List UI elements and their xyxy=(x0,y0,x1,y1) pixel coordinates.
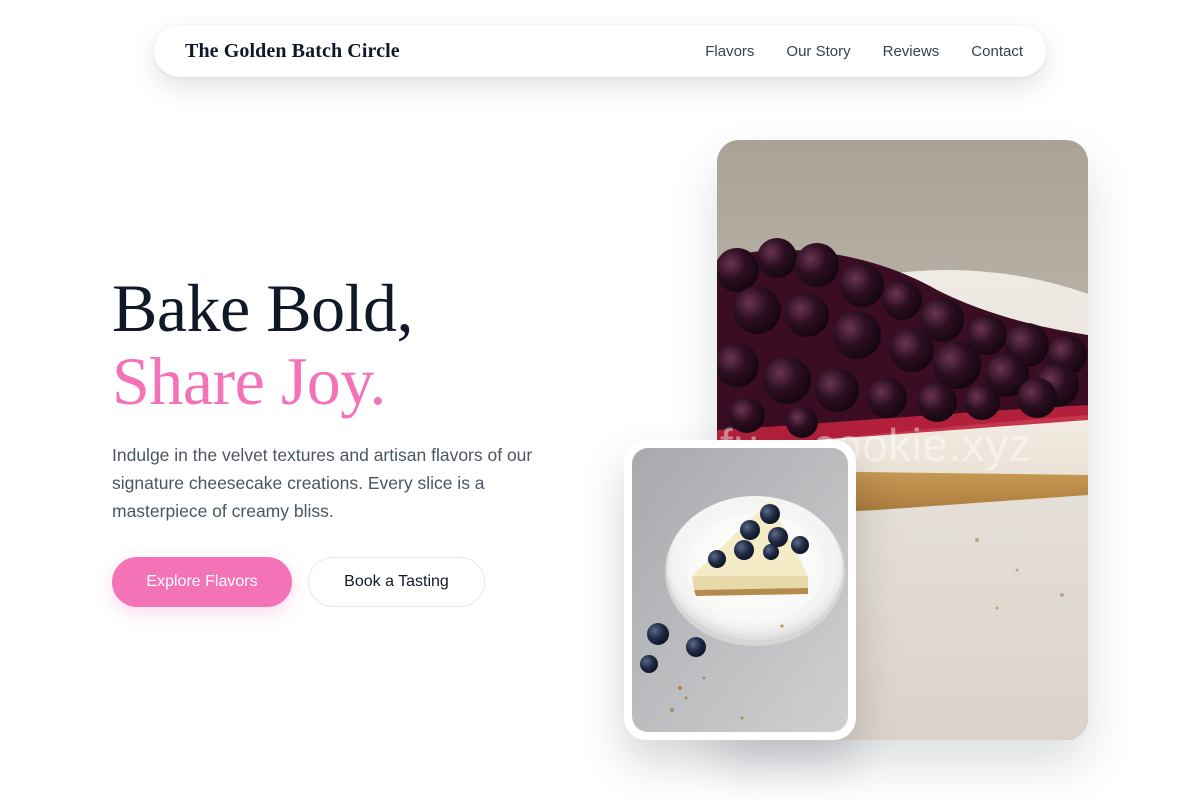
brand-logo[interactable]: The Golden Batch Circle xyxy=(185,40,400,63)
nav-link-our-story[interactable]: Our Story xyxy=(786,43,850,60)
book-tasting-button[interactable]: Book a Tasting xyxy=(308,557,485,607)
nav-link-contact[interactable]: Contact xyxy=(971,43,1023,60)
hero-title-line2: Share Joy. xyxy=(112,343,386,419)
navbar: The Golden Batch Circle Flavors Our Stor… xyxy=(154,25,1046,77)
hero-description: Indulge in the velvet textures and artis… xyxy=(112,445,533,521)
nav-links: Flavors Our Story Reviews Contact xyxy=(705,43,1023,60)
nav-link-reviews[interactable]: Reviews xyxy=(883,43,940,60)
nav-link-flavors[interactable]: Flavors xyxy=(705,43,754,60)
hero-thumbnail-image xyxy=(632,448,848,732)
hero-title-line1: Bake Bold, xyxy=(112,270,413,346)
hero-thumbnail-card xyxy=(624,440,856,740)
explore-flavors-button[interactable]: Explore Flavors xyxy=(112,557,292,607)
hero-title: Bake Bold, Share Joy. xyxy=(112,272,413,418)
